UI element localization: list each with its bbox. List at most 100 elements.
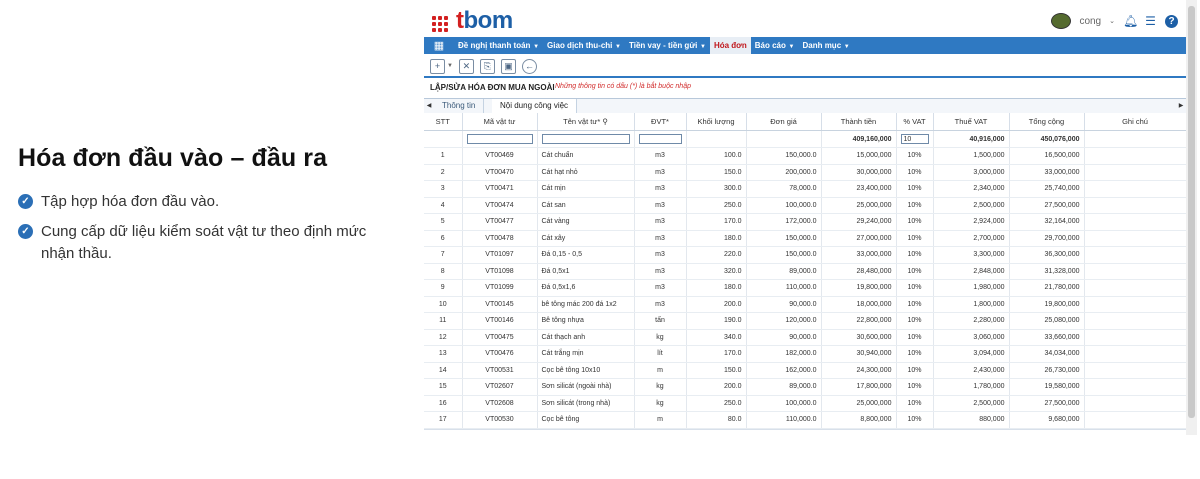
table-cell[interactable]: 10% [896, 246, 934, 264]
table-cell[interactable]: 18,000,000 [821, 296, 897, 313]
table-cell[interactable]: 10% [896, 296, 934, 313]
table-cell[interactable]: Cát vàng [537, 213, 635, 231]
table-cell[interactable]: VT00470 [462, 164, 538, 181]
apps-grid-icon[interactable] [432, 16, 448, 32]
table-row[interactable]: 2 VT00470 Cát hạt nhỏ m3 150.0 200,000.0 30,00… [424, 164, 1186, 181]
vertical-scrollbar[interactable] [1186, 0, 1197, 435]
table-cell[interactable]: VT02607 [462, 378, 538, 396]
table-cell[interactable]: 31,328,000 [1009, 263, 1085, 280]
table-cell[interactable]: 9 [424, 279, 463, 297]
filter-ten-vat-tu-input[interactable] [541, 134, 630, 144]
table-cell[interactable]: 3,060,000 [933, 329, 1010, 346]
table-cell[interactable]: 11 [424, 312, 463, 330]
filter-ma-vat-tu-input[interactable] [466, 134, 533, 144]
table-row[interactable]: 4 VT00474 Cát san m3 250.0 100,000.0 25,000,00… [424, 197, 1186, 214]
table-cell[interactable]: 150.0 [686, 362, 747, 379]
table-cell[interactable]: 2,848,000 [933, 263, 1010, 280]
table-cell[interactable]: 10% [896, 180, 934, 198]
table-cell[interactable]: 15 [424, 378, 463, 396]
table-row[interactable]: 12 VT00475 Cát thạch anh kg 340.0 90,000.0 30,… [424, 329, 1186, 346]
table-cell[interactable]: 3,300,000 [933, 246, 1010, 264]
menu-item[interactable]: Tiền vay - tiền gửi ▼ [625, 37, 710, 54]
column-header[interactable]: Khối lượng [686, 113, 747, 131]
table-cell[interactable]: 110,000.0 [746, 411, 822, 429]
table-row[interactable]: 9 VT01099 Đá 0,5x1,6 m3 180.0 110,000.0 19,800… [424, 279, 1186, 297]
table-cell[interactable]: 2,280,000 [933, 312, 1010, 330]
table-cell[interactable] [1084, 230, 1186, 247]
table-cell[interactable]: Cọc bê tông [537, 411, 635, 429]
table-cell[interactable]: tấn [634, 312, 687, 330]
table-cell[interactable]: m [634, 411, 687, 429]
table-cell[interactable]: Đá 0,15 - 0,5 [537, 246, 635, 264]
table-cell[interactable]: 33,000,000 [1009, 164, 1085, 181]
table-row[interactable]: 8 VT01098 Đá 0,5x1 m3 320.0 89,000.0 28,480,00… [424, 263, 1186, 280]
table-cell[interactable] [1084, 164, 1186, 181]
table-cell[interactable]: 29,240,000 [821, 213, 897, 231]
table-cell[interactable]: m3 [634, 246, 687, 264]
help-icon[interactable]: ? [1165, 14, 1178, 28]
table-cell[interactable]: 2,924,000 [933, 213, 1010, 231]
column-header[interactable]: Mã vật tư [462, 113, 538, 131]
table-cell[interactable]: 19,800,000 [821, 279, 897, 297]
back-icon[interactable]: ← [521, 58, 537, 74]
menu-item[interactable]: Đề nghị thanh toán ▼ [454, 37, 543, 54]
table-cell[interactable]: 30,000,000 [821, 164, 897, 181]
table-cell[interactable]: VT00145 [462, 296, 538, 313]
table-row[interactable]: 3 VT00471 Cát mịn m3 300.0 78,000.0 23,400,000… [424, 180, 1186, 198]
table-cell[interactable]: bê tông mác 200 đá 1x2 [537, 296, 635, 313]
table-cell[interactable]: 1 [424, 147, 463, 165]
scrollbar-thumb[interactable] [1188, 6, 1195, 418]
table-cell[interactable]: 21,780,000 [1009, 279, 1085, 297]
table-cell[interactable]: 4 [424, 197, 463, 214]
table-cell[interactable]: 8 [424, 263, 463, 280]
vat-rate-input[interactable]: 10 [900, 134, 929, 144]
table-cell[interactable]: 10% [896, 263, 934, 280]
table-cell[interactable]: Cát hạt nhỏ [537, 164, 635, 181]
table-cell[interactable] [1084, 197, 1186, 214]
checklist-icon[interactable]: ☰ [1144, 14, 1157, 28]
table-cell[interactable]: 10% [896, 197, 934, 214]
table-cell[interactable]: 880,000 [933, 411, 1010, 429]
table-cell[interactable]: 100.0 [686, 147, 747, 165]
table-cell[interactable]: 26,730,000 [1009, 362, 1085, 379]
tab-thong-tin[interactable]: Thông tin [434, 99, 485, 113]
table-cell[interactable]: 320.0 [686, 263, 747, 280]
table-cell[interactable]: 10% [896, 329, 934, 346]
table-cell[interactable]: VT00469 [462, 147, 538, 165]
table-cell[interactable]: m [634, 362, 687, 379]
table-cell[interactable]: 170.0 [686, 213, 747, 231]
table-cell[interactable]: Đá 0,5x1,6 [537, 279, 635, 297]
table-cell[interactable]: 10% [896, 362, 934, 379]
table-cell[interactable]: 200.0 [686, 378, 747, 396]
table-row[interactable]: 11 VT00146 Bê tông nhựa tấn 190.0 120,000.0 22… [424, 312, 1186, 330]
table-cell[interactable]: 90,000.0 [746, 296, 822, 313]
table-cell[interactable]: 182,000.0 [746, 345, 822, 363]
table-cell[interactable]: 3 [424, 180, 463, 198]
table-cell[interactable]: 19,580,000 [1009, 378, 1085, 396]
table-cell[interactable]: 8,800,000 [821, 411, 897, 429]
table-cell[interactable]: VT01097 [462, 246, 538, 264]
table-cell[interactable]: 24,300,000 [821, 362, 897, 379]
table-cell[interactable]: 12 [424, 329, 463, 346]
table-cell[interactable]: 17 [424, 411, 463, 429]
table-cell[interactable] [1084, 279, 1186, 297]
table-cell[interactable]: Cát thạch anh [537, 329, 635, 346]
table-cell[interactable]: VT00478 [462, 230, 538, 247]
table-cell[interactable]: 89,000.0 [746, 263, 822, 280]
column-header[interactable]: STT [424, 113, 463, 131]
table-cell[interactable]: 80.0 [686, 411, 747, 429]
delete-document-icon[interactable]: ✕ [458, 58, 474, 74]
table-cell[interactable] [1084, 312, 1186, 330]
table-cell[interactable]: 1,980,000 [933, 279, 1010, 297]
table-cell[interactable]: 33,660,000 [1009, 329, 1085, 346]
table-cell[interactable] [1084, 213, 1186, 231]
menu-item[interactable]: Báo cáo ▼ [751, 37, 799, 54]
chevron-down-icon[interactable]: ⌄ [1109, 17, 1115, 25]
table-cell[interactable]: 150,000.0 [746, 230, 822, 247]
table-cell[interactable] [1084, 147, 1186, 165]
table-cell[interactable]: 6 [424, 230, 463, 247]
table-cell[interactable]: kg [634, 329, 687, 346]
table-cell[interactable]: m3 [634, 180, 687, 198]
table-cell[interactable]: 162,000.0 [746, 362, 822, 379]
table-cell[interactable]: 5 [424, 213, 463, 231]
